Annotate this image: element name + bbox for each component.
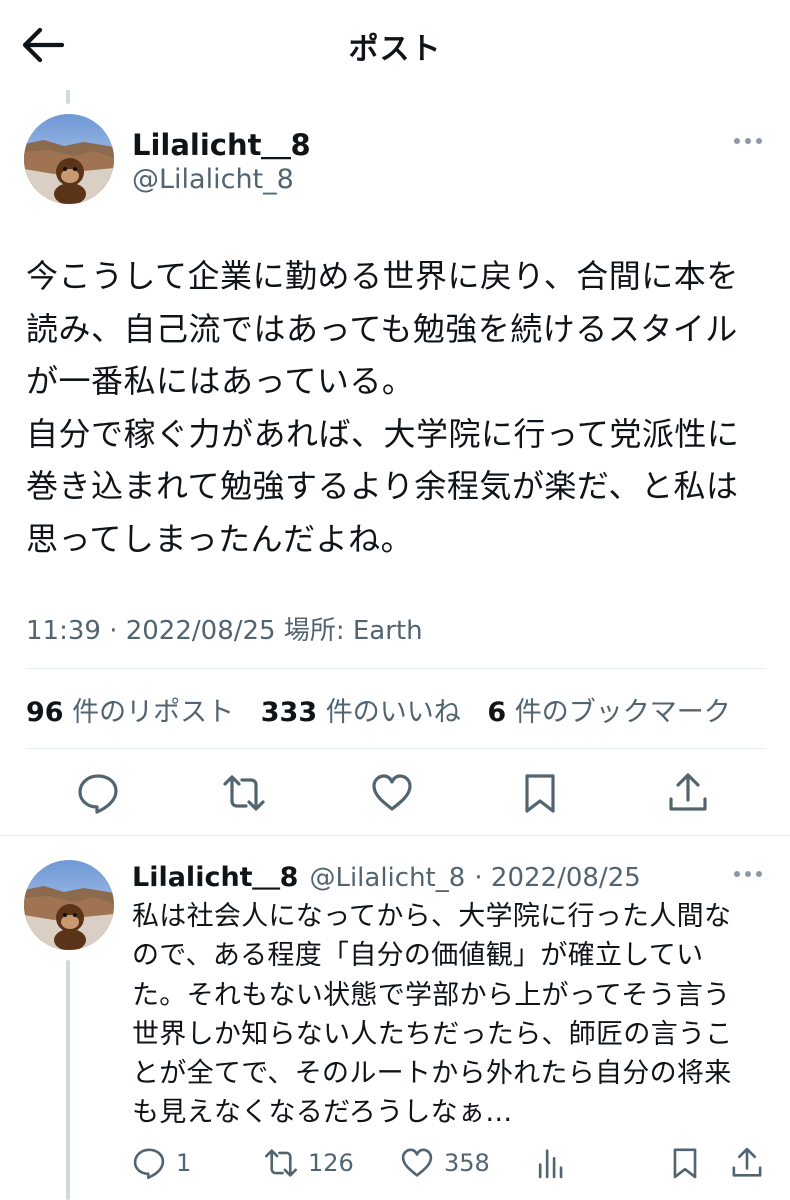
reply-views-button[interactable] xyxy=(534,1143,578,1183)
reply-icon xyxy=(78,774,118,814)
likes-label: 件のいいね xyxy=(325,697,461,728)
page-title: ポスト xyxy=(348,32,442,67)
avatar[interactable] xyxy=(24,114,114,204)
share-icon xyxy=(732,1147,762,1177)
share-button[interactable] xyxy=(666,771,710,815)
tweet-stats: 96 件のリポスト 333 件のいいね 6 件のブックマーク xyxy=(26,690,749,729)
bookmarks-count: 6 xyxy=(487,697,507,728)
reply-author-name[interactable]: Lilalicht＿8 xyxy=(132,862,298,893)
reply-replies-count: 1 xyxy=(176,1149,192,1177)
share-icon xyxy=(669,773,707,811)
bookmark-icon xyxy=(525,774,555,813)
repost-icon xyxy=(223,775,265,811)
more-icon xyxy=(734,138,762,144)
reply-avatar[interactable] xyxy=(24,860,114,950)
reply-author-handle[interactable]: @Lilalicht_8 xyxy=(309,863,465,893)
author-handle[interactable]: @Lilalicht_8 xyxy=(132,164,294,195)
more-icon xyxy=(734,871,762,877)
reply-header: Lilalicht＿8 @Lilalicht_8 · 2022/08/25 xyxy=(132,855,641,894)
reply-date[interactable]: · 2022/08/25 xyxy=(474,863,640,893)
divider xyxy=(26,748,766,749)
thread-connector xyxy=(66,960,70,1200)
likes-count: 333 xyxy=(260,697,318,728)
divider xyxy=(26,668,766,669)
reply-bookmark-button[interactable] xyxy=(668,1143,712,1183)
divider xyxy=(0,835,790,836)
likes-stat[interactable]: 333 件のいいね xyxy=(261,690,461,729)
author-name[interactable]: Lilalicht＿8 xyxy=(132,122,311,164)
reply-button[interactable] xyxy=(76,771,120,815)
avatar-image xyxy=(24,114,114,204)
reply-like-button[interactable]: 358 xyxy=(400,1143,490,1183)
reply-icon xyxy=(133,1148,165,1179)
avatar-image xyxy=(24,860,114,950)
thread-connector xyxy=(66,90,70,104)
reposts-count: 96 xyxy=(26,697,64,728)
reply-reposts-count: 126 xyxy=(308,1149,354,1177)
reply-reply-button[interactable]: 1 xyxy=(132,1143,191,1183)
bookmark-button[interactable] xyxy=(518,771,562,815)
like-button[interactable] xyxy=(370,771,414,815)
bookmarks-label: 件のブックマーク xyxy=(514,697,731,728)
reply-likes-count: 358 xyxy=(444,1149,490,1177)
tweet-text: 今こうして企業に勤める世界に戻り、合間に本を 読み、自己流ではあっても勉強を続け… xyxy=(26,257,740,558)
like-icon xyxy=(372,774,412,811)
reply-text: 私は社会人になってから、大学院に行った人間な ので、ある程度「自分の価値観」が確… xyxy=(132,901,733,1129)
tweet-timestamp[interactable]: 11:39 · 2022/08/25 場所: Earth xyxy=(26,610,423,647)
bookmarks-stat[interactable]: 6 件のブックマーク xyxy=(487,690,730,729)
bookmark-icon xyxy=(673,1148,697,1179)
reposts-label: 件のリポスト xyxy=(72,697,235,728)
reply-repost-button[interactable]: 126 xyxy=(264,1143,354,1183)
repost-button[interactable] xyxy=(222,771,266,815)
like-icon xyxy=(401,1148,433,1177)
reposts-stat[interactable]: 96 件のリポスト xyxy=(26,690,234,729)
views-icon xyxy=(538,1149,563,1179)
reply-share-button[interactable] xyxy=(730,1143,774,1183)
reply-more-options-button[interactable] xyxy=(730,864,770,884)
repost-icon xyxy=(265,1149,297,1177)
more-options-button[interactable] xyxy=(730,131,770,151)
